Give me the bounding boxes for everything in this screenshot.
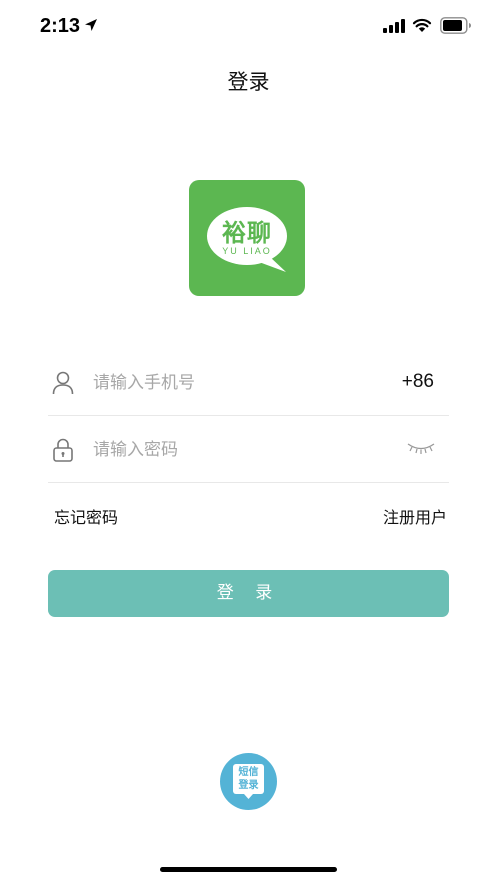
eye-closed-icon[interactable] (407, 441, 435, 457)
page-title: 登录 (227, 70, 270, 94)
country-code-selector[interactable]: +86 (402, 371, 434, 393)
status-time: 2:13 (40, 15, 81, 37)
login-screen: 2:13 登录 裕聊 YU LIAO 请输入手机号 +86 忘记密码 注册用户 … (0, 0, 497, 883)
location-arrow-icon (85, 19, 97, 31)
register-link[interactable]: 注册用户 (383, 504, 447, 528)
forgot-password-link[interactable]: 忘记密码 (54, 504, 118, 528)
sms-login-label-line1: 短信 (238, 767, 259, 778)
wifi-icon (412, 18, 432, 32)
status-bar: 2:13 (0, 0, 497, 54)
home-indicator[interactable] (160, 867, 337, 872)
password-input[interactable] (93, 435, 383, 465)
password-row (48, 417, 449, 483)
lock-icon (53, 438, 73, 462)
user-icon (52, 371, 74, 395)
login-button[interactable]: 登 录 (48, 570, 449, 617)
logo-english-text: YU LIAO (222, 246, 272, 256)
phone-input[interactable] (93, 368, 383, 398)
sms-login-button[interactable]: 短信 登录 (220, 753, 277, 810)
battery-icon (440, 17, 471, 34)
sms-login-label: 短信 登录 (220, 766, 277, 792)
phone-row: +86 (48, 350, 449, 416)
app-logo: 裕聊 YU LIAO (189, 180, 305, 296)
sms-login-label-line2: 登录 (238, 780, 259, 791)
logo-chinese-text: 裕聊 (222, 219, 272, 247)
cellular-signal-icon (383, 19, 405, 33)
